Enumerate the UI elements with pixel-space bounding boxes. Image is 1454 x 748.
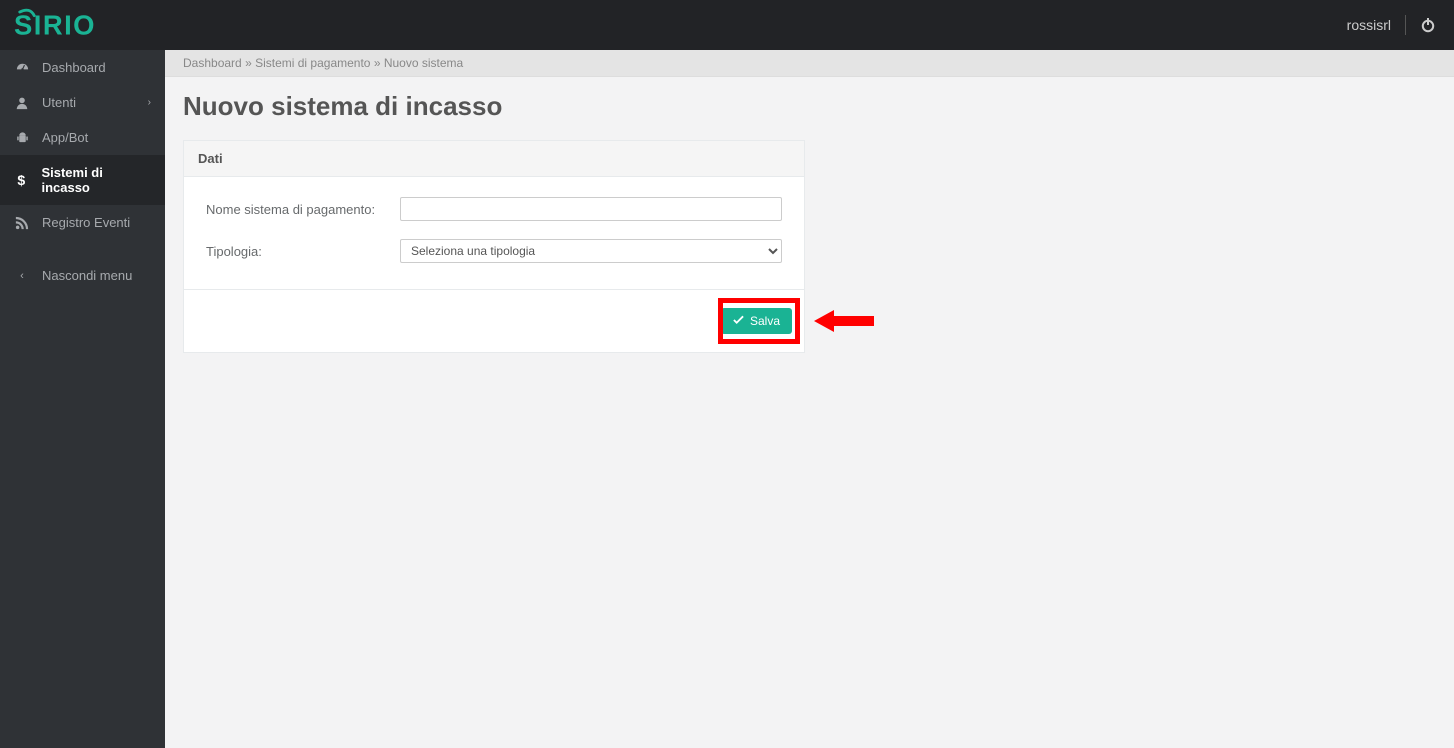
breadcrumb-sep: » bbox=[374, 56, 384, 70]
annotation-arrow bbox=[814, 310, 874, 332]
sidebar-item-appbot[interactable]: App/Bot bbox=[0, 120, 165, 155]
sidebar-item-label: App/Bot bbox=[42, 130, 88, 145]
form-panel: Dati Nome sistema di pagamento: Tipologi… bbox=[183, 140, 805, 353]
sidebar-item-label: Sistemi di incasso bbox=[41, 165, 151, 195]
main-content: Dashboard » Sistemi di pagamento » Nuovo… bbox=[165, 50, 1454, 748]
form-row-nome: Nome sistema di pagamento: bbox=[206, 197, 782, 221]
save-button[interactable]: Salva bbox=[721, 308, 792, 334]
dashboard-icon bbox=[14, 60, 30, 75]
sidebar-item-sistemi-incasso[interactable]: $ Sistemi di incasso bbox=[0, 155, 165, 205]
breadcrumb-item[interactable]: Sistemi di pagamento bbox=[255, 56, 370, 70]
top-navbar: SIRIO rossisrl bbox=[0, 0, 1454, 50]
svg-text:SIRIO: SIRIO bbox=[14, 9, 96, 40]
svg-text:$: $ bbox=[17, 173, 25, 188]
sidebar-item-label: Registro Eventi bbox=[42, 215, 130, 230]
check-icon bbox=[733, 314, 744, 328]
chevron-right-icon: › bbox=[148, 97, 151, 108]
nav-divider bbox=[1405, 15, 1406, 35]
breadcrumb-item[interactable]: Dashboard bbox=[183, 56, 242, 70]
sidebar-item-utenti[interactable]: Utenti › bbox=[0, 85, 165, 120]
brand-logo[interactable]: SIRIO bbox=[0, 0, 144, 50]
breadcrumb: Dashboard » Sistemi di pagamento » Nuovo… bbox=[165, 50, 1454, 77]
tipologia-select[interactable]: Seleziona una tipologia bbox=[400, 239, 782, 263]
save-button-label: Salva bbox=[750, 314, 780, 328]
android-icon bbox=[14, 131, 30, 145]
sidebar-item-label: Utenti bbox=[42, 95, 76, 110]
nome-label: Nome sistema di pagamento: bbox=[206, 202, 400, 217]
sidebar-collapse[interactable]: ‹ Nascondi menu bbox=[0, 258, 165, 293]
sidebar-item-dashboard[interactable]: Dashboard bbox=[0, 50, 165, 85]
breadcrumb-sep: » bbox=[245, 56, 255, 70]
breadcrumb-item: Nuovo sistema bbox=[384, 56, 463, 70]
sidebar-collapse-label: Nascondi menu bbox=[42, 268, 132, 283]
form-row-tipologia: Tipologia: Seleziona una tipologia bbox=[206, 239, 782, 263]
sidebar: Dashboard Utenti › App/Bot $ Sistemi di … bbox=[0, 50, 165, 748]
sidebar-item-registro-eventi[interactable]: Registro Eventi bbox=[0, 205, 165, 240]
chevron-left-icon: ‹ bbox=[14, 270, 30, 282]
panel-heading: Dati bbox=[184, 141, 804, 177]
rss-icon bbox=[14, 216, 30, 230]
tipologia-label: Tipologia: bbox=[206, 244, 400, 259]
dollar-icon: $ bbox=[14, 173, 29, 188]
user-icon bbox=[14, 96, 30, 110]
sidebar-item-label: Dashboard bbox=[42, 60, 106, 75]
power-icon[interactable] bbox=[1420, 17, 1436, 33]
username-label[interactable]: rossisrl bbox=[1347, 17, 1391, 33]
page-title: Nuovo sistema di incasso bbox=[165, 77, 1454, 140]
nome-input[interactable] bbox=[400, 197, 782, 221]
